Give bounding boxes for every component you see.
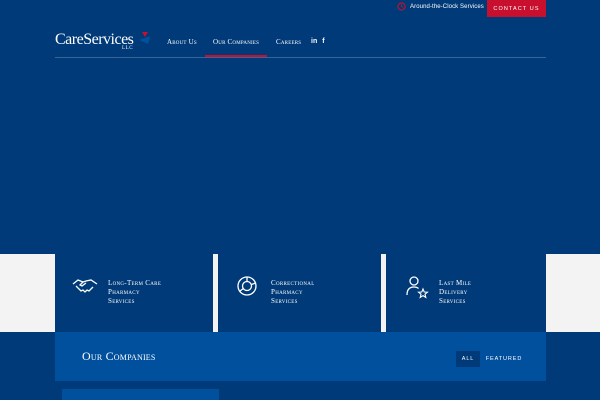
card-label-last-mile-delivery: Last Mile Delivery Services	[439, 279, 472, 305]
logo-mark-icon	[139, 32, 150, 44]
filter-all-button[interactable]: ALL	[456, 351, 480, 367]
around-the-clock-label: Around-the-Clock Services	[410, 3, 484, 10]
social-links: in f	[311, 38, 325, 45]
user-star-icon	[406, 276, 429, 299]
facebook-icon[interactable]: f	[322, 38, 324, 45]
card-long-term-care[interactable]: Long-Term Care Pharmacy Services	[55, 254, 213, 332]
company-card[interactable]	[62, 389, 219, 400]
nav-our-companies[interactable]: Our Companies	[213, 38, 259, 46]
section-title-our-companies: Our Companies	[82, 349, 156, 363]
linkedin-icon[interactable]: in	[311, 38, 317, 45]
card-label-long-term-care: Long-Term Care Pharmacy Services	[108, 279, 162, 305]
around-the-clock-link[interactable]: Around-the-Clock Services	[397, 2, 484, 11]
careservices-logo[interactable]: CareServices LLC	[55, 31, 155, 55]
nav-careers[interactable]: Careers	[276, 38, 301, 46]
filter-featured-button[interactable]: FEATURED	[483, 351, 525, 367]
contact-us-button[interactable]: CONTACT US	[487, 0, 546, 17]
logo-suffix: LLC	[122, 46, 134, 51]
handshake-icon	[72, 279, 98, 293]
pie-chart-icon	[237, 276, 257, 296]
card-label-correctional-pharmacy: Correctional Pharmacy Services	[271, 279, 315, 305]
header-divider	[55, 57, 546, 58]
card-last-mile-delivery[interactable]: Last Mile Delivery Services	[386, 254, 546, 332]
card-correctional-pharmacy[interactable]: Correctional Pharmacy Services	[218, 254, 381, 332]
clock-icon	[397, 2, 406, 11]
nav-about-us[interactable]: About Us	[167, 38, 197, 46]
